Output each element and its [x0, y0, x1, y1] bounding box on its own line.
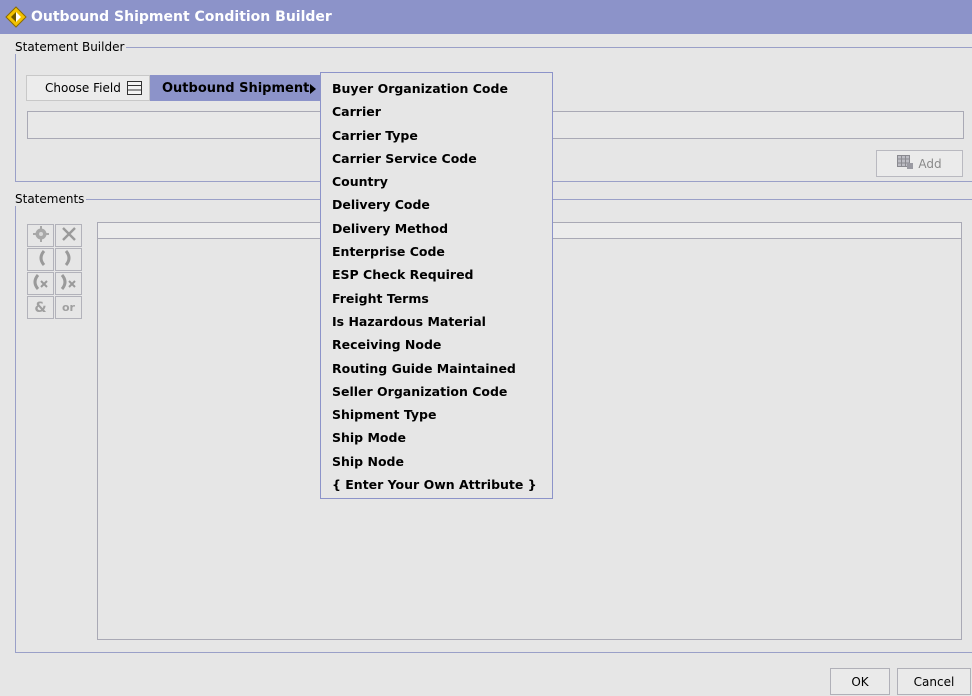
add-table-icon: [897, 155, 914, 172]
menu-item[interactable]: Enterprise Code: [321, 240, 552, 263]
menu-item[interactable]: Delivery Code: [321, 193, 552, 216]
field-menu: Buyer Organization Code Carrier Carrier Ty…: [320, 72, 553, 499]
menu-item[interactable]: Receiving Node: [321, 333, 552, 356]
submenu-arrow-icon: [310, 83, 316, 94]
add-label: Add: [918, 156, 942, 171]
menu-item[interactable]: Carrier Type: [321, 124, 552, 147]
menu-item[interactable]: Country: [321, 170, 552, 193]
menu-item[interactable]: Carrier Service Code: [321, 147, 552, 170]
open-paren-icon: [36, 250, 46, 269]
menu-item[interactable]: Ship Mode: [321, 426, 552, 449]
menu-item[interactable]: Is Hazardous Material: [321, 310, 552, 333]
menu-item[interactable]: Routing Guide Maintained: [321, 357, 552, 380]
statements-label: Statements: [13, 192, 87, 206]
add-button[interactable]: Add: [876, 150, 963, 177]
and-button[interactable]: &: [27, 296, 54, 319]
ok-label: OK: [851, 674, 869, 689]
choose-field-button[interactable]: Choose Field: [26, 75, 150, 101]
menu-item[interactable]: Delivery Method: [321, 217, 552, 240]
or-label: or: [62, 301, 75, 314]
outbound-shipment-label: Outbound Shipment: [162, 80, 310, 96]
menu-item[interactable]: Shipment Type: [321, 403, 552, 426]
delete-icon: [61, 227, 76, 244]
window-title: Outbound Shipment Condition Builder: [31, 9, 332, 25]
title-bar: Outbound Shipment Condition Builder: [0, 0, 972, 34]
choose-field-label: Choose Field: [45, 81, 121, 95]
statement-builder-label: Statement Builder: [13, 40, 127, 54]
menu-item-outbound-shipment[interactable]: Outbound Shipment: [150, 75, 320, 101]
remove-open-paren-icon: [32, 274, 50, 293]
menu-item[interactable]: { Enter Your Own Attribute }: [321, 473, 552, 496]
open-paren-button[interactable]: [27, 248, 54, 271]
menu-item[interactable]: Carrier: [321, 100, 552, 123]
list-icon: [126, 81, 142, 95]
menu-item[interactable]: ESP Check Required: [321, 263, 552, 286]
menu-item[interactable]: Freight Terms: [321, 287, 552, 310]
remove-close-paren-icon: [60, 274, 78, 293]
menu-item[interactable]: Ship Node: [321, 450, 552, 473]
remove-close-paren-button[interactable]: [55, 272, 82, 295]
menu-item[interactable]: Buyer Organization Code: [321, 77, 552, 100]
ok-button[interactable]: OK: [830, 668, 890, 695]
diamond-icon: [5, 6, 27, 28]
menu-item[interactable]: Seller Organization Code: [321, 380, 552, 403]
or-button[interactable]: or: [55, 296, 82, 319]
close-paren-button[interactable]: [55, 248, 82, 271]
cancel-button[interactable]: Cancel: [897, 668, 971, 695]
remove-open-paren-button[interactable]: [27, 272, 54, 295]
and-icon: &: [34, 299, 47, 316]
delete-button[interactable]: [55, 224, 82, 247]
gear-icon: [32, 226, 49, 245]
cancel-label: Cancel: [913, 674, 955, 689]
close-paren-icon: [64, 250, 74, 269]
gear-button[interactable]: [27, 224, 54, 247]
